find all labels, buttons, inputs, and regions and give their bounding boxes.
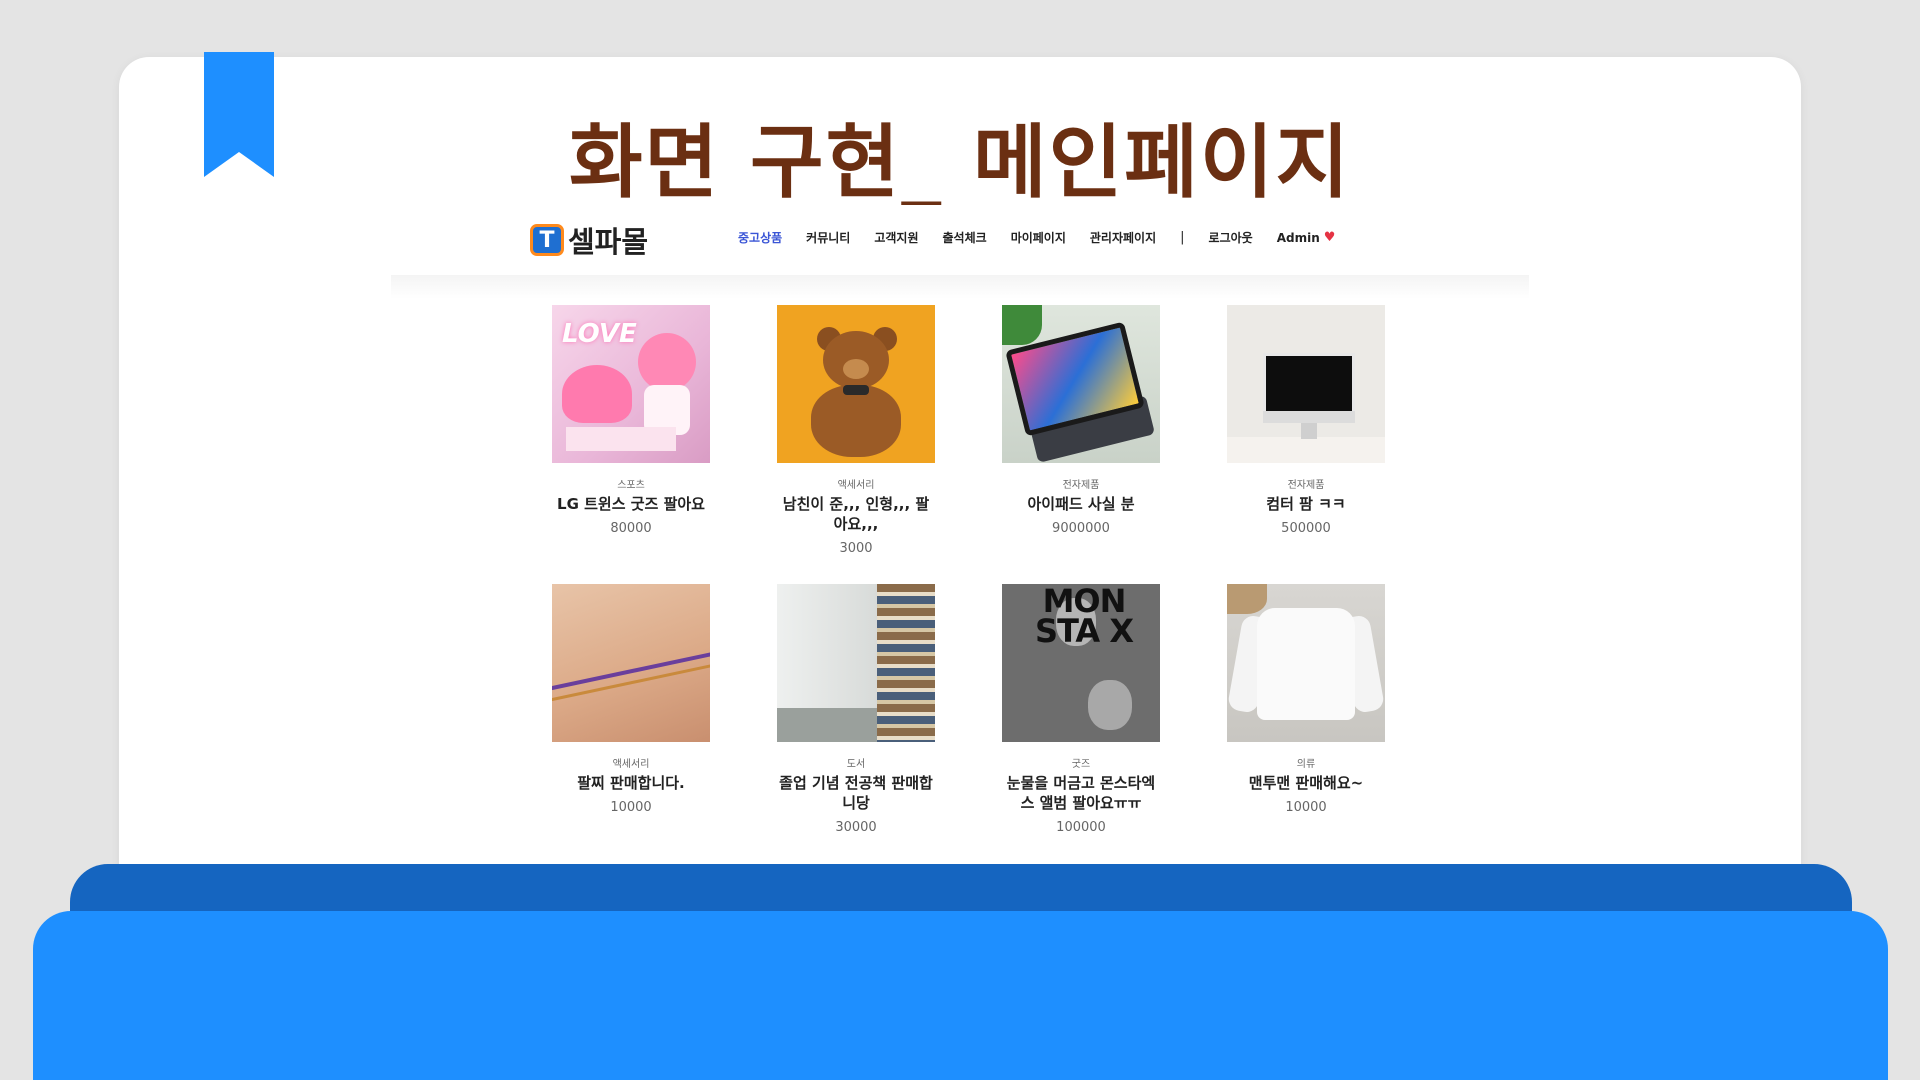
bottom-decoration-front [33, 911, 1888, 1080]
product-price: 10000 [1285, 800, 1327, 815]
logo-text: 셀파몰 [568, 225, 649, 259]
album-text: MON STA X [1035, 584, 1134, 650]
product-image[interactable]: LOVE [552, 305, 710, 463]
product-card[interactable]: 전자제품 아이패드 사실 분 9000000 [1002, 305, 1160, 557]
product-card[interactable]: LOVE 스포츠 LG 트윈스 굿즈 팔아요 80000 [552, 305, 710, 557]
product-card[interactable]: 의류 맨투맨 판매해요~ 10000 [1227, 584, 1385, 836]
nav-admin-page[interactable]: 관리자페이지 [1090, 229, 1156, 246]
product-image[interactable]: MON STA X [1002, 584, 1160, 742]
product-card[interactable]: 액세서리 팔찌 판매합니다. 10000 [552, 584, 710, 836]
product-card[interactable]: 액세서리 남친이 준,,, 인형,,, 팔아요,,, 3000 [777, 305, 935, 557]
nav-mypage[interactable]: 마이페이지 [1011, 229, 1066, 246]
love-text: LOVE [562, 319, 637, 349]
product-price: 500000 [1281, 521, 1331, 536]
product-title[interactable]: 눈물을 머금고 몬스타엑스 앨범 팔아요ㅠㅠ [1002, 773, 1160, 813]
product-title[interactable]: 컴터 팜 ㅋㅋ [1227, 494, 1385, 514]
product-list-area: LOVE 스포츠 LG 트윈스 굿즈 팔아요 80000 액세서리 남친이 준,… [391, 275, 1529, 883]
product-category: 도서 [846, 759, 866, 770]
product-price: 9000000 [1052, 521, 1110, 536]
monitor-display-shape [1263, 353, 1355, 415]
heart-icon: ♥ [1323, 230, 1336, 245]
main-menu: 중고상품 커뮤니티 고객지원 출석체크 마이페이지 관리자페이지 | 로그아웃 … [738, 229, 1335, 246]
product-price: 3000 [839, 541, 873, 556]
product-price: 10000 [610, 800, 652, 815]
nav-community[interactable]: 커뮤니티 [806, 229, 850, 246]
basket-shape [1227, 584, 1267, 614]
face-shape [1088, 680, 1132, 730]
product-image[interactable] [552, 584, 710, 742]
doll-head-shape [638, 333, 696, 391]
product-image[interactable] [777, 584, 935, 742]
product-category: 전자제품 [1287, 480, 1325, 491]
site-logo[interactable]: T 셀파몰 [530, 221, 648, 259]
admin-user[interactable]: Admin ♥ [1277, 230, 1336, 245]
top-navigation: T 셀파몰 중고상품 커뮤니티 고객지원 출석체크 마이페이지 관리자페이지 |… [391, 205, 1529, 275]
product-category: 액세서리 [837, 480, 875, 491]
product-image[interactable] [1227, 305, 1385, 463]
product-image[interactable] [777, 305, 935, 463]
product-price: 30000 [835, 820, 877, 835]
product-title[interactable]: 맨투맨 판매해요~ [1227, 773, 1385, 793]
product-card[interactable]: 도서 졸업 기념 전공책 판매합니당 30000 [777, 584, 935, 836]
nav-used-products[interactable]: 중고상품 [738, 229, 782, 246]
product-title[interactable]: 졸업 기념 전공책 판매합니당 [777, 773, 935, 813]
product-category: 액세서리 [612, 759, 650, 770]
product-price: 80000 [610, 521, 652, 536]
logo-t-icon: T [530, 224, 564, 256]
bear-bow-shape [843, 385, 869, 395]
photo-cards-shape [566, 427, 676, 451]
nav-attendance[interactable]: 출석체크 [943, 229, 987, 246]
product-title[interactable]: 아이패드 사실 분 [1002, 494, 1160, 514]
product-category: 의류 [1296, 759, 1316, 770]
product-image[interactable] [1002, 305, 1160, 463]
product-category: 전자제품 [1062, 480, 1100, 491]
monitor-stand-shape [1301, 423, 1317, 439]
bear-snout-shape [843, 359, 869, 379]
product-category: 스포츠 [617, 480, 645, 491]
nav-support[interactable]: 고객지원 [874, 229, 918, 246]
bear-body-shape [811, 385, 901, 457]
product-title[interactable]: 팔찌 판매합니다. [552, 773, 710, 793]
product-price: 100000 [1056, 820, 1106, 835]
product-grid: LOVE 스포츠 LG 트윈스 굿즈 팔아요 80000 액세서리 남친이 준,… [552, 305, 1385, 836]
book-stack-shape [877, 584, 935, 742]
sweatshirt-shape [1257, 608, 1355, 720]
product-title[interactable]: 남친이 준,,, 인형,,, 팔아요,,, [777, 494, 935, 534]
nav-logout[interactable]: 로그아웃 [1209, 229, 1253, 246]
admin-label: Admin [1276, 230, 1320, 245]
product-card[interactable]: 전자제품 컴터 팜 ㅋㅋ 500000 [1227, 305, 1385, 557]
slide-title: 화면 구현_ 메인페이지 [568, 116, 1352, 209]
website-screenshot: T 셀파몰 중고상품 커뮤니티 고객지원 출석체크 마이페이지 관리자페이지 |… [391, 205, 1529, 883]
desk-shape [1227, 437, 1385, 463]
product-card[interactable]: MON STA X 굿즈 눈물을 머금고 몬스타엑스 앨범 팔아요ㅠㅠ 1000… [1002, 584, 1160, 836]
monitor-chin-shape [1263, 411, 1355, 423]
plant-shape [1002, 305, 1042, 345]
fan-shape [562, 365, 632, 423]
product-image[interactable] [1227, 584, 1385, 742]
product-title[interactable]: LG 트윈스 굿즈 팔아요 [552, 494, 710, 514]
nav-separator: | [1180, 230, 1185, 245]
product-category: 굿즈 [1071, 759, 1091, 770]
